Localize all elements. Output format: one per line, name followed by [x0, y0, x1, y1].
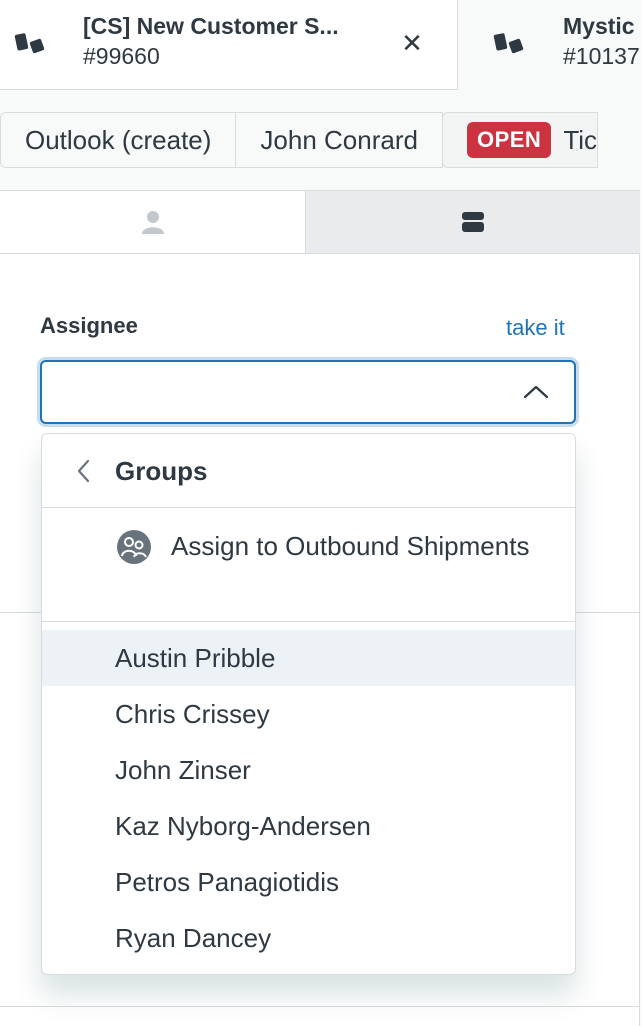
breadcrumb-ticket-label: Tic — [563, 124, 598, 155]
tab-apps[interactable] — [306, 191, 640, 253]
assignee-label: Assignee — [40, 313, 138, 338]
zendesk-logo-icon — [14, 33, 45, 54]
agent-option[interactable]: Ryan Dancey — [42, 910, 575, 966]
agent-option[interactable]: Kaz Nyborg-Andersen — [42, 798, 575, 854]
agent-option[interactable]: Chris Crissey — [42, 686, 575, 742]
assign-to-group-option[interactable]: Assign to Outbound Shipments — [42, 508, 575, 622]
ticket-tab-bar: [CS] New Customer S... #99660 ✕ Mystic #… — [0, 0, 642, 90]
context-panel-tabs — [0, 191, 640, 254]
ticket-tab-inactive[interactable]: Mystic #10137 — [459, 0, 642, 90]
ticket-tab-id: #10137 — [563, 43, 640, 69]
take-it-link[interactable]: take it — [506, 315, 565, 341]
app-icon — [462, 212, 484, 232]
ticket-tab-text: [CS] New Customer S... #99660 — [83, 12, 339, 72]
ticket-tab-title: Mystic — [563, 13, 635, 39]
assignee-dropdown-menu: Groups Assign to Outbound Shipments Aust… — [41, 433, 576, 975]
group-icon — [117, 530, 151, 564]
user-icon — [141, 211, 164, 234]
chevron-up-icon[interactable] — [522, 380, 550, 404]
assignee-combobox[interactable] — [40, 360, 576, 424]
ticket-tab-active[interactable]: [CS] New Customer S... #99660 ✕ — [0, 0, 458, 90]
chevron-left-icon — [77, 459, 90, 483]
group-option-label: Assign to Outbound Shipments — [171, 531, 530, 561]
field-divider — [0, 1006, 640, 1007]
groups-back-button[interactable]: Groups — [42, 434, 575, 508]
close-tab-icon[interactable]: ✕ — [396, 27, 428, 59]
ticket-tab-text: Mystic #10137 — [563, 12, 640, 72]
agent-option[interactable]: John Zinser — [42, 742, 575, 798]
breadcrumb-item-ticket[interactable]: OPEN Tic — [441, 112, 599, 168]
breadcrumb-item-channel[interactable]: Outlook (create) — [0, 112, 237, 168]
agent-option[interactable]: Petros Panagiotidis — [42, 854, 575, 910]
zendesk-logo-icon — [493, 33, 524, 54]
groups-header-label: Groups — [115, 456, 208, 486]
breadcrumb: Outlook (create) John Conrard OPEN Tic — [0, 112, 642, 168]
ticket-tab-title: [CS] New Customer S... — [83, 13, 339, 39]
assignee-input[interactable] — [54, 372, 504, 412]
ticket-tab-id: #99660 — [83, 43, 160, 69]
status-badge: OPEN — [466, 122, 552, 158]
agent-option[interactable]: Austin Pribble — [42, 630, 575, 686]
tab-user-info[interactable] — [0, 191, 306, 253]
breadcrumb-item-requester[interactable]: John Conrard — [235, 112, 443, 168]
